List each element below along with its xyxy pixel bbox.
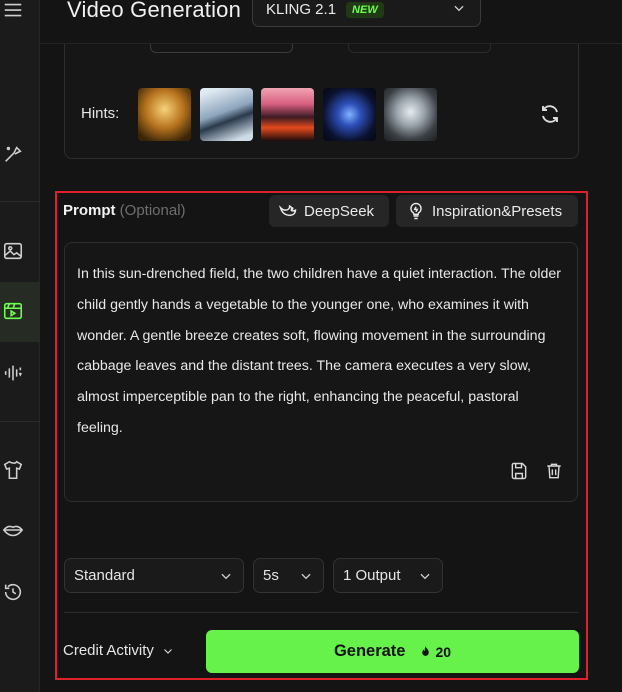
generate-cost-value: 20: [435, 643, 452, 660]
menu-icon[interactable]: [0, 0, 26, 24]
hints-label: Hints:: [81, 105, 120, 122]
deepseek-button[interactable]: DeepSeek: [269, 195, 389, 227]
hint-thumbnail-4[interactable]: [323, 88, 376, 141]
inspiration-presets-label: Inspiration&Presets: [432, 202, 563, 220]
model-name: KLING 2.1: [266, 1, 337, 18]
refresh-icon[interactable]: [538, 102, 562, 126]
lips-icon[interactable]: [0, 517, 26, 543]
chevron-down-icon: [221, 573, 231, 580]
chevron-down-icon: [420, 573, 430, 580]
chevron-down-icon: [454, 5, 464, 12]
magic-brush-icon[interactable]: [0, 141, 26, 167]
inspiration-presets-button[interactable]: Inspiration&Presets: [396, 195, 578, 227]
header: Video Generation KLING 2.1 NEW: [40, 0, 622, 44]
model-select[interactable]: KLING 2.1 NEW: [252, 0, 481, 27]
lightbulb-icon: [410, 202, 422, 220]
image-icon[interactable]: [0, 238, 26, 264]
mode-select[interactable]: Standard: [64, 558, 244, 593]
history-icon[interactable]: [0, 579, 26, 605]
prompt-optional-label: (Optional): [119, 202, 186, 219]
shirt-icon[interactable]: [0, 457, 26, 483]
chevron-down-icon: [163, 648, 172, 654]
duration-value: 5s: [263, 567, 279, 584]
save-icon[interactable]: [509, 461, 529, 481]
prompt-text[interactable]: In this sun-drenched field, the two chil…: [77, 259, 563, 444]
deepseek-label: DeepSeek: [304, 202, 375, 220]
secondary-button-edge[interactable]: [348, 44, 491, 53]
hint-thumbnail-1[interactable]: [138, 88, 191, 141]
video-icon[interactable]: [0, 298, 26, 324]
upload-button-edge[interactable]: [150, 44, 293, 53]
hint-thumbnail-2[interactable]: [200, 88, 253, 141]
whale-icon: [278, 204, 297, 217]
mode-value: Standard: [74, 567, 135, 584]
audio-wave-icon[interactable]: [0, 360, 26, 386]
divider: [64, 612, 579, 613]
new-badge: NEW: [346, 1, 384, 18]
credit-activity-label: Credit Activity: [63, 642, 154, 659]
generate-label: Generate: [333, 642, 406, 660]
outputs-value: 1 Output: [343, 567, 401, 584]
chevron-down-icon: [301, 573, 311, 580]
generate-cost: 20: [419, 644, 451, 660]
hint-thumbnail-5[interactable]: [384, 88, 437, 141]
flame-icon: [422, 646, 430, 656]
credit-activity-dropdown[interactable]: Credit Activity: [63, 642, 174, 659]
duration-select[interactable]: 5s: [253, 558, 324, 593]
hint-thumbnail-3[interactable]: [261, 88, 314, 141]
generate-button[interactable]: Generate 20: [206, 630, 579, 673]
page-title: Video Generation: [67, 0, 242, 22]
prompt-label: Prompt (Optional): [63, 202, 186, 219]
left-rail: [0, 0, 40, 692]
outputs-select[interactable]: 1 Output: [333, 558, 443, 593]
trash-icon[interactable]: [544, 461, 564, 481]
